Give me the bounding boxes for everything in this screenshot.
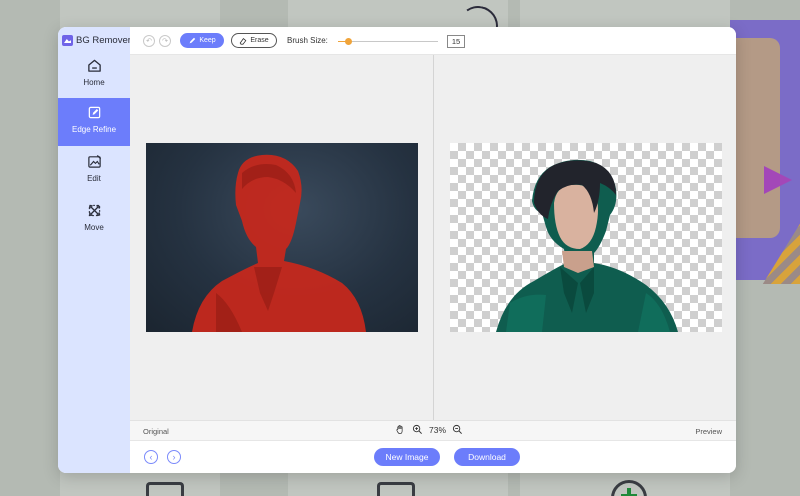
- sidebar-item-label: Move: [84, 223, 104, 232]
- background-triangle: [764, 166, 792, 194]
- canvas-area: [130, 55, 736, 420]
- home-icon: [87, 59, 101, 72]
- sidebar-item-edge-refine[interactable]: Edge Refine: [58, 98, 130, 146]
- eraser-icon: [240, 37, 247, 45]
- app-title-text: BG Remover: [76, 35, 131, 46]
- image-edit-icon: [87, 154, 101, 168]
- chevron-left-icon: ‹: [149, 452, 153, 462]
- brush-size-value[interactable]: 15: [447, 35, 465, 48]
- move-arrows-icon: [88, 204, 100, 217]
- zoom-level: 73%: [429, 424, 447, 435]
- undo-button[interactable]: ↶: [143, 35, 155, 47]
- sidebar-item-move[interactable]: Move: [58, 196, 130, 244]
- background-folder-icon: [146, 482, 184, 496]
- sidebar-item-home[interactable]: Home: [58, 51, 130, 99]
- brush-size-slider[interactable]: [338, 38, 438, 45]
- brush-icon: [189, 37, 196, 43]
- download-button[interactable]: Download: [454, 448, 520, 466]
- status-bar: Original 73% Preview: [130, 420, 736, 440]
- sidebar: BG Remover Home Edge Refine Edit Move: [58, 27, 131, 473]
- edit-pen-icon: [88, 106, 100, 119]
- sidebar-item-label: Edge Refine: [71, 125, 117, 134]
- preview-portrait-cutout: [496, 159, 678, 332]
- redo-button[interactable]: ↷: [159, 35, 171, 47]
- preview-image: [450, 143, 722, 332]
- brush-size-label: Brush Size:: [287, 36, 328, 45]
- new-image-button[interactable]: New Image: [374, 448, 440, 466]
- next-button[interactable]: ›: [167, 450, 181, 464]
- keep-button[interactable]: Keep: [180, 33, 224, 48]
- original-portrait-masked: [192, 154, 366, 332]
- previous-button[interactable]: ‹: [144, 450, 158, 464]
- erase-label: Erase: [250, 37, 269, 44]
- original-image[interactable]: [146, 143, 418, 332]
- preview-label: Preview: [695, 427, 722, 436]
- canvas-divider: [433, 55, 434, 420]
- undo-icon: ↶: [146, 38, 152, 45]
- background-card: [730, 38, 780, 238]
- keep-label: Keep: [199, 37, 216, 44]
- background-image-icon: [377, 482, 415, 496]
- redo-icon: ↷: [162, 38, 168, 45]
- slider-thumb[interactable]: [344, 38, 352, 45]
- footer: ‹ › New Image Download: [130, 440, 736, 473]
- image-icon: [62, 35, 73, 46]
- zoom-controls: 73%: [395, 424, 463, 435]
- sidebar-item-edit[interactable]: Edit: [58, 147, 130, 195]
- sidebar-item-label: Edit: [87, 174, 101, 183]
- hand-icon[interactable]: [395, 424, 406, 435]
- bg-remover-window: BG Remover Home Edge Refine Edit Move ↶ …: [58, 27, 736, 473]
- chevron-right-icon: ›: [172, 452, 176, 462]
- erase-button[interactable]: Erase: [231, 33, 277, 48]
- zoom-in-icon[interactable]: [412, 424, 423, 435]
- sidebar-item-label: Home: [83, 78, 105, 87]
- zoom-out-icon[interactable]: [452, 424, 463, 435]
- original-label: Original: [143, 427, 169, 436]
- toolbar: ↶ ↷ Keep Erase Brush Size: 15: [130, 27, 736, 55]
- app-title: BG Remover: [62, 35, 131, 46]
